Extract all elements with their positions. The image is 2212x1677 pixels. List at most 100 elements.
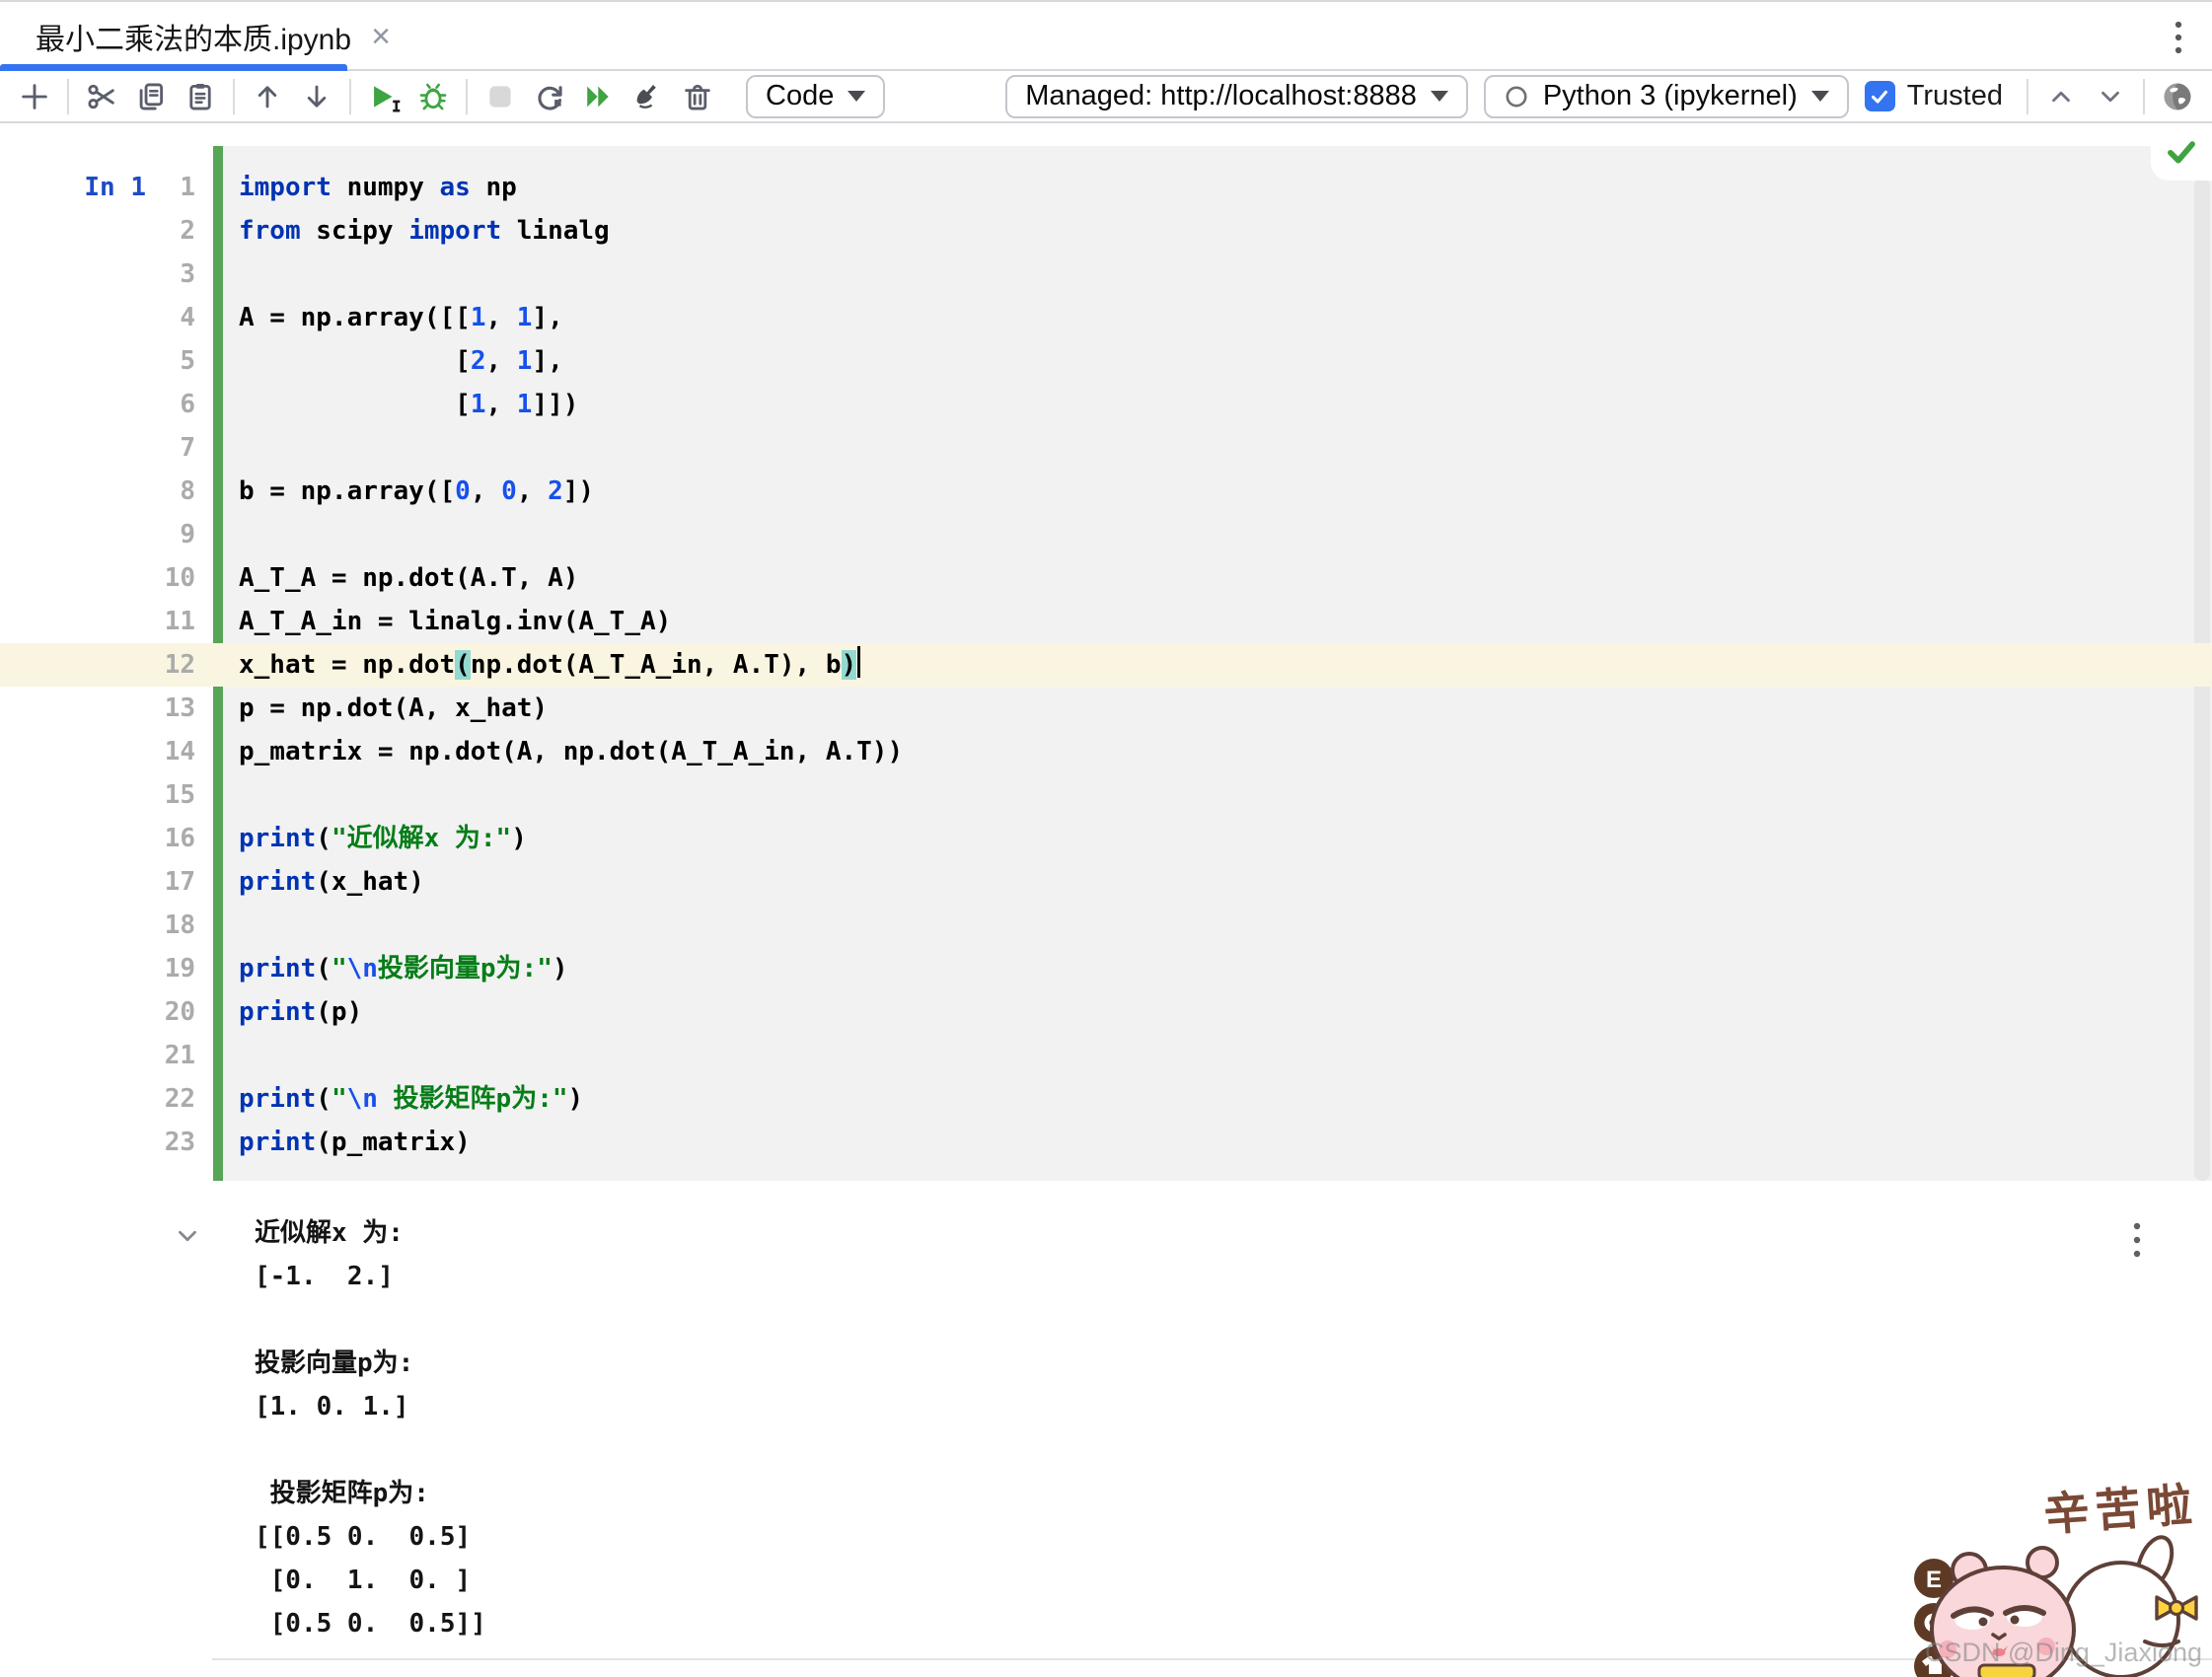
code-text[interactable]: x_hat = np.dot(np.dot(A_T_A_in, A.T), b) xyxy=(195,643,2212,687)
scissors-icon xyxy=(88,84,114,109)
code-text[interactable] xyxy=(195,904,2212,947)
code-line[interactable]: 6 [1, 1]]) xyxy=(0,383,2212,426)
code-line[interactable]: 15 xyxy=(0,773,2212,817)
copy-icon xyxy=(139,83,164,109)
code-line[interactable]: 8b = np.array([0, 0, 2]) xyxy=(0,470,2212,513)
debug-cell-button[interactable] xyxy=(408,75,458,118)
line-number: 1 xyxy=(180,173,195,202)
toolbar-separator xyxy=(349,78,351,114)
clear-outputs-button[interactable] xyxy=(624,75,673,118)
tab-close-icon[interactable]: × xyxy=(371,20,391,53)
toolbar-separator xyxy=(233,78,235,114)
restart-kernel-button[interactable] xyxy=(525,75,574,118)
code-text[interactable]: [1, 1]]) xyxy=(195,383,2212,426)
execution-count-label xyxy=(0,513,146,556)
code-text[interactable]: from scipy import linalg xyxy=(195,209,2212,253)
copy-cell-button[interactable] xyxy=(126,75,176,118)
code-text[interactable] xyxy=(195,1034,2212,1077)
code-line[interactable]: In 1 1 import numpy as np xyxy=(0,166,2212,209)
code-text[interactable]: print("\n 投影矩阵p为:") xyxy=(195,1077,2212,1121)
code-line[interactable]: 20 print(p) xyxy=(0,990,2212,1034)
output-menu-icon[interactable] xyxy=(2119,1218,2155,1262)
jupyter-server-dropdown[interactable]: Managed: http://localhost:8888 xyxy=(1005,74,1468,118)
chevron-down-icon xyxy=(2101,91,2119,102)
previous-cell-button[interactable] xyxy=(2036,75,2086,118)
active-tab-underline xyxy=(0,64,347,71)
code-line[interactable]: 11 A_T_A_in = linalg.inv(A_T_A) xyxy=(0,600,2212,643)
line-number: 15 xyxy=(164,780,195,810)
toolbar-separator xyxy=(466,78,468,114)
code-line[interactable]: 23 print(p_matrix) xyxy=(0,1121,2212,1164)
code-line[interactable]: 4A = np.array([[1, 1], xyxy=(0,296,2212,339)
code-text[interactable] xyxy=(195,253,2212,296)
trusted-checkbox[interactable] xyxy=(1864,81,1895,111)
code-text[interactable]: b = np.array([0, 0, 2]) xyxy=(195,470,2212,513)
code-text[interactable]: import numpy as np xyxy=(195,166,2212,209)
code-line[interactable]: 17 print(x_hat) xyxy=(0,860,2212,904)
code-line[interactable]: 22 print("\n 投影矩阵p为:") xyxy=(0,1077,2212,1121)
open-in-browser-button[interactable] xyxy=(2153,75,2202,118)
execution-count-label xyxy=(0,253,146,296)
execution-count-label xyxy=(0,904,146,947)
paste-icon xyxy=(189,83,211,109)
code-text[interactable]: p = np.dot(A, x_hat) xyxy=(195,687,2212,730)
line-number: 3 xyxy=(180,259,195,289)
code-text[interactable]: [2, 1], xyxy=(195,339,2212,383)
code-line[interactable]: 5 [2, 1], xyxy=(0,339,2212,383)
tab-bar-menu-icon[interactable] xyxy=(2159,18,2198,57)
code-line[interactable]: 13 p = np.dot(A, x_hat) xyxy=(0,687,2212,730)
code-text[interactable]: print(p_matrix) xyxy=(195,1121,2212,1164)
move-cell-up-button[interactable] xyxy=(243,75,292,118)
kernel-dropdown[interactable]: Python 3 (ipykernel) xyxy=(1483,74,1849,118)
tab-notebook[interactable]: 最小二乘法的本质.ipynb × xyxy=(0,2,391,71)
code-line[interactable]: 18 xyxy=(0,904,2212,947)
code-text[interactable] xyxy=(195,773,2212,817)
line-number: 19 xyxy=(164,954,195,984)
execution-count-label xyxy=(0,947,146,990)
execution-count-label xyxy=(0,817,146,860)
code-line[interactable]: 12 x_hat = np.dot(np.dot(A_T_A_in, A.T), … xyxy=(0,643,2212,687)
restart-icon xyxy=(538,85,562,110)
run-all-cells-button[interactable] xyxy=(574,75,624,118)
line-number: 4 xyxy=(180,303,195,332)
add-cell-button[interactable] xyxy=(10,75,59,118)
sticker-caption: 辛苦啦 xyxy=(2042,1479,2199,1541)
code-text[interactable]: A = np.array([[1, 1], xyxy=(195,296,2212,339)
code-line[interactable]: 7 xyxy=(0,426,2212,470)
cut-cell-button[interactable] xyxy=(77,75,126,118)
code-line[interactable]: 14 p_matrix = np.dot(A, np.dot(A_T_A_in, … xyxy=(0,730,2212,773)
chevron-up-icon xyxy=(2052,91,2070,102)
delete-cell-button[interactable] xyxy=(673,75,722,118)
line-number: 21 xyxy=(164,1041,195,1070)
code-text[interactable]: print(p) xyxy=(195,990,2212,1034)
code-text[interactable]: A_T_A = np.dot(A.T, A) xyxy=(195,556,2212,600)
editor-area: In 1 1 import numpy as np 2 from scipy impor… xyxy=(0,123,2212,1677)
code-line[interactable]: 9 xyxy=(0,513,2212,556)
execution-count-label xyxy=(0,296,146,339)
code-text[interactable]: print(x_hat) xyxy=(195,860,2212,904)
code-line[interactable]: 21 xyxy=(0,1034,2212,1077)
code-line[interactable]: 10 A_T_A = np.dot(A.T, A) xyxy=(0,556,2212,600)
code-text[interactable] xyxy=(195,513,2212,556)
run-cell-button[interactable] xyxy=(359,75,408,118)
code-line[interactable]: 3 xyxy=(0,253,2212,296)
move-cell-down-button[interactable] xyxy=(292,75,341,118)
code-text[interactable]: A_T_A_in = linalg.inv(A_T_A) xyxy=(195,600,2212,643)
next-cell-button[interactable] xyxy=(2086,75,2135,118)
code-line[interactable]: 2 from scipy import linalg xyxy=(0,209,2212,253)
toolbar-separator xyxy=(67,78,69,114)
code-line[interactable]: 16 print("近似解x 为:") xyxy=(0,817,2212,860)
execution-count-label xyxy=(0,1077,146,1121)
cell-type-dropdown[interactable]: Code xyxy=(746,74,886,118)
code-text[interactable]: print("\n投影向量p为:") xyxy=(195,947,2212,990)
code-text[interactable] xyxy=(195,426,2212,470)
code-text[interactable]: p_matrix = np.dot(A, np.dot(A_T_A_in, A.… xyxy=(195,730,2212,773)
output-line: [0. 1. 0. ] xyxy=(255,1566,472,1595)
line-number: 17 xyxy=(164,867,195,897)
stop-kernel-button[interactable] xyxy=(476,75,525,118)
text-cursor xyxy=(857,646,861,678)
code-line[interactable]: 19 print("\n投影向量p为:") xyxy=(0,947,2212,990)
code-text[interactable]: print("近似解x 为:") xyxy=(195,817,2212,860)
execution-count-label xyxy=(0,730,146,773)
paste-cell-button[interactable] xyxy=(176,75,225,118)
